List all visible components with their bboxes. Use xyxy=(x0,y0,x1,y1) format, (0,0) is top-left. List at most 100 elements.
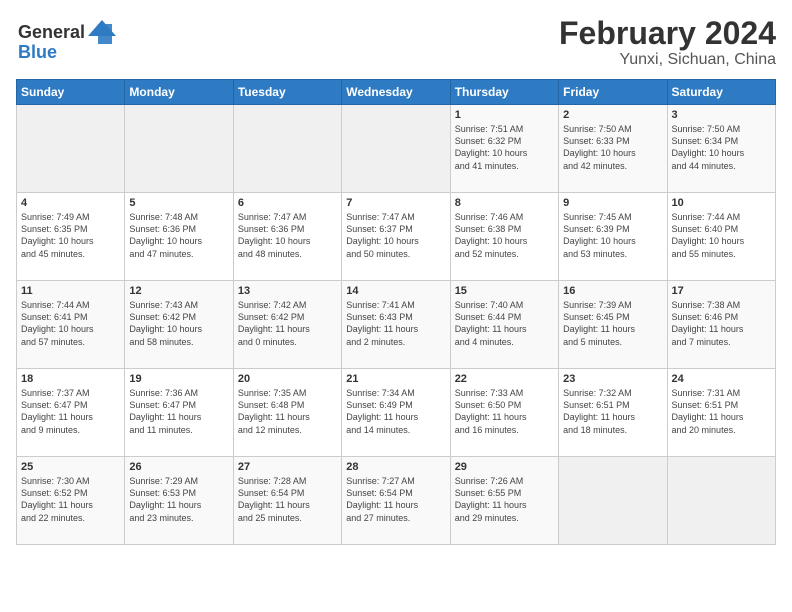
day-info: Sunrise: 7:34 AM Sunset: 6:49 PM Dayligh… xyxy=(346,387,445,436)
day-info: Sunrise: 7:40 AM Sunset: 6:44 PM Dayligh… xyxy=(455,299,554,348)
day-number: 19 xyxy=(129,373,228,385)
day-number: 11 xyxy=(21,285,120,297)
page: General Blue February 2024 Yunxi, Sichua… xyxy=(0,0,792,612)
table-row: 7Sunrise: 7:47 AM Sunset: 6:37 PM Daylig… xyxy=(342,193,450,281)
table-row: 19 Sunrise: 7:36 AM Sunset: 6:47 PM Dayli… xyxy=(125,369,233,457)
day-number: 6 xyxy=(238,197,337,209)
day-info: Sunrise: 7:49 AM Sunset: 6:35 PM Dayligh… xyxy=(21,211,120,260)
col-saturday: Saturday xyxy=(667,80,775,105)
svg-text:General: General xyxy=(18,22,85,42)
table-row: 18 Sunrise: 7:37 AM Sunset: 6:47 PM Dayli… xyxy=(17,369,125,457)
table-row: 17 Sunrise: 7:38 AM Sunset: 6:46 PM Dayli… xyxy=(667,281,775,369)
table-row: 4 Sunrise: 7:49 AM Sunset: 6:35 PM Daylig… xyxy=(17,193,125,281)
day-number: 22 xyxy=(455,373,554,385)
calendar-table: Sunday Monday Tuesday Wednesday Thursday… xyxy=(16,79,776,545)
day-number: 8 xyxy=(455,197,554,209)
day-number: 5 xyxy=(129,197,228,209)
calendar-week-row: 25 Sunrise: 7:30 AM Sunset: 6:52 PM Dayli… xyxy=(17,457,776,545)
day-info: Sunrise: 7:27 AM Sunset: 6:54 PM Dayligh… xyxy=(346,475,445,524)
day-info: Sunrise: 7:48 AM Sunset: 6:36 PM Dayligh… xyxy=(129,211,228,260)
table-row xyxy=(17,105,125,193)
day-number: 24 xyxy=(672,373,771,385)
day-number: 27 xyxy=(238,461,337,473)
logo: General Blue xyxy=(16,16,126,69)
day-info: Sunrise: 7:36 AM Sunset: 6:47 PM Dayligh… xyxy=(129,387,228,436)
day-info: Sunrise: 7:29 AM Sunset: 6:53 PM Dayligh… xyxy=(129,475,228,524)
day-info: Sunrise: 7:50 AM Sunset: 6:34 PM Dayligh… xyxy=(672,123,771,172)
day-info: Sunrise: 7:30 AM Sunset: 6:52 PM Dayligh… xyxy=(21,475,120,524)
day-info: Sunrise: 7:39 AM Sunset: 6:45 PM Dayligh… xyxy=(563,299,662,348)
day-info: Sunrise: 7:44 AM Sunset: 6:41 PM Dayligh… xyxy=(21,299,120,348)
logo-icon: General Blue xyxy=(16,16,126,64)
day-info: Sunrise: 7:47 AM Sunset: 6:36 PM Dayligh… xyxy=(238,211,337,260)
day-info: Sunrise: 7:38 AM Sunset: 6:46 PM Dayligh… xyxy=(672,299,771,348)
day-info: Sunrise: 7:50 AM Sunset: 6:33 PM Dayligh… xyxy=(563,123,662,172)
day-number: 13 xyxy=(238,285,337,297)
table-row: 24Sunrise: 7:31 AM Sunset: 6:51 PM Dayli… xyxy=(667,369,775,457)
title-area: February 2024 Yunxi, Sichuan, China xyxy=(559,16,776,69)
table-row: 3 Sunrise: 7:50 AM Sunset: 6:34 PM Daylig… xyxy=(667,105,775,193)
table-row: 12 Sunrise: 7:43 AM Sunset: 6:42 PM Dayli… xyxy=(125,281,233,369)
page-title: February 2024 xyxy=(559,16,776,51)
table-row: 10 Sunrise: 7:44 AM Sunset: 6:40 PM Dayli… xyxy=(667,193,775,281)
day-info: Sunrise: 7:43 AM Sunset: 6:42 PM Dayligh… xyxy=(129,299,228,348)
day-number: 14 xyxy=(346,285,445,297)
table-row: 21 Sunrise: 7:34 AM Sunset: 6:49 PM Dayli… xyxy=(342,369,450,457)
table-row: 5 Sunrise: 7:48 AM Sunset: 6:36 PM Daylig… xyxy=(125,193,233,281)
day-number: 4 xyxy=(21,197,120,209)
day-number: 10 xyxy=(672,197,771,209)
day-number: 28 xyxy=(346,461,445,473)
table-row xyxy=(233,105,341,193)
day-number: 21 xyxy=(346,373,445,385)
table-row: 15Sunrise: 7:40 AM Sunset: 6:44 PM Dayli… xyxy=(450,281,558,369)
day-number: 23 xyxy=(563,373,662,385)
day-info: Sunrise: 7:37 AM Sunset: 6:47 PM Dayligh… xyxy=(21,387,120,436)
day-number: 25 xyxy=(21,461,120,473)
day-number: 3 xyxy=(672,109,771,121)
table-row xyxy=(125,105,233,193)
col-monday: Monday xyxy=(125,80,233,105)
table-row xyxy=(342,105,450,193)
day-number: 18 xyxy=(21,373,120,385)
table-row: 11 Sunrise: 7:44 AM Sunset: 6:41 PM Dayli… xyxy=(17,281,125,369)
table-row: 26Sunrise: 7:29 AM Sunset: 6:53 PM Dayli… xyxy=(125,457,233,545)
table-row: 28 Sunrise: 7:27 AM Sunset: 6:54 PM Dayli… xyxy=(342,457,450,545)
day-number: 29 xyxy=(455,461,554,473)
day-info: Sunrise: 7:44 AM Sunset: 6:40 PM Dayligh… xyxy=(672,211,771,260)
table-row: 14 Sunrise: 7:41 AM Sunset: 6:43 PM Dayli… xyxy=(342,281,450,369)
day-info: Sunrise: 7:28 AM Sunset: 6:54 PM Dayligh… xyxy=(238,475,337,524)
header: General Blue February 2024 Yunxi, Sichua… xyxy=(16,16,776,69)
table-row: 16 Sunrise: 7:39 AM Sunset: 6:45 PM Dayli… xyxy=(559,281,667,369)
calendar-week-row: 11 Sunrise: 7:44 AM Sunset: 6:41 PM Dayli… xyxy=(17,281,776,369)
day-number: 12 xyxy=(129,285,228,297)
table-row xyxy=(667,457,775,545)
table-row: 1Sunrise: 7:51 AM Sunset: 6:32 PM Daylig… xyxy=(450,105,558,193)
col-tuesday: Tuesday xyxy=(233,80,341,105)
table-row: 29 Sunrise: 7:26 AM Sunset: 6:55 PM Dayli… xyxy=(450,457,558,545)
day-info: Sunrise: 7:33 AM Sunset: 6:50 PM Dayligh… xyxy=(455,387,554,436)
day-number: 20 xyxy=(238,373,337,385)
table-row: 9Sunrise: 7:45 AM Sunset: 6:39 PM Daylig… xyxy=(559,193,667,281)
table-row: 23 Sunrise: 7:32 AM Sunset: 6:51 PM Dayli… xyxy=(559,369,667,457)
calendar-week-row: 1Sunrise: 7:51 AM Sunset: 6:32 PM Daylig… xyxy=(17,105,776,193)
col-wednesday: Wednesday xyxy=(342,80,450,105)
day-number: 16 xyxy=(563,285,662,297)
day-info: Sunrise: 7:26 AM Sunset: 6:55 PM Dayligh… xyxy=(455,475,554,524)
day-number: 2 xyxy=(563,109,662,121)
table-row: 8Sunrise: 7:46 AM Sunset: 6:38 PM Daylig… xyxy=(450,193,558,281)
calendar-week-row: 4 Sunrise: 7:49 AM Sunset: 6:35 PM Daylig… xyxy=(17,193,776,281)
calendar-header-row: Sunday Monday Tuesday Wednesday Thursday… xyxy=(17,80,776,105)
day-info: Sunrise: 7:41 AM Sunset: 6:43 PM Dayligh… xyxy=(346,299,445,348)
calendar-week-row: 18 Sunrise: 7:37 AM Sunset: 6:47 PM Dayli… xyxy=(17,369,776,457)
day-info: Sunrise: 7:35 AM Sunset: 6:48 PM Dayligh… xyxy=(238,387,337,436)
day-info: Sunrise: 7:51 AM Sunset: 6:32 PM Dayligh… xyxy=(455,123,554,172)
day-info: Sunrise: 7:32 AM Sunset: 6:51 PM Dayligh… xyxy=(563,387,662,436)
col-sunday: Sunday xyxy=(17,80,125,105)
table-row: 25 Sunrise: 7:30 AM Sunset: 6:52 PM Dayli… xyxy=(17,457,125,545)
table-row: 13 Sunrise: 7:42 AM Sunset: 6:42 PM Dayli… xyxy=(233,281,341,369)
day-number: 17 xyxy=(672,285,771,297)
day-info: Sunrise: 7:42 AM Sunset: 6:42 PM Dayligh… xyxy=(238,299,337,348)
day-number: 7 xyxy=(346,197,445,209)
table-row: 2 Sunrise: 7:50 AM Sunset: 6:33 PM Daylig… xyxy=(559,105,667,193)
table-row: 22 Sunrise: 7:33 AM Sunset: 6:50 PM Dayli… xyxy=(450,369,558,457)
